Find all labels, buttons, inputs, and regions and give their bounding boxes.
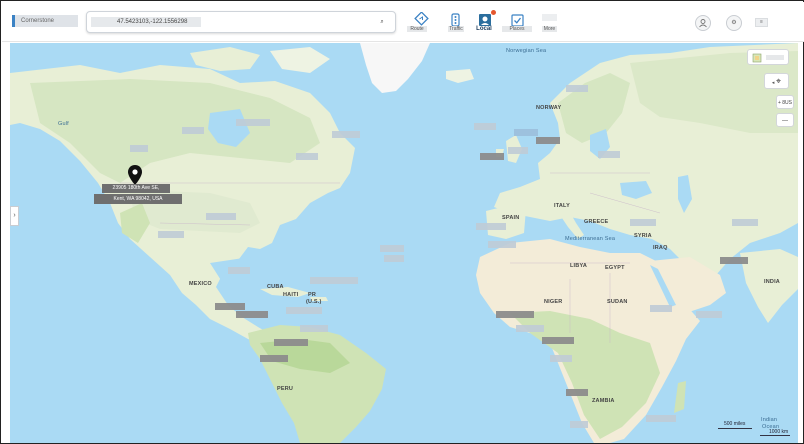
map-canvas[interactable]: Gulf Norwegian Sea NORWAY SPAIN ITALY GR… [10,43,798,443]
scale-bar-miles [718,428,752,429]
label-gulf: Gulf [58,121,69,127]
search-input[interactable]: 47.5423103,-122.1556298 [91,17,201,27]
account-icon[interactable] [695,15,711,31]
label-india: INDIA [764,279,780,285]
place-label [215,303,245,310]
layers-label [766,55,784,60]
place-label [696,311,722,318]
place-label [566,85,588,92]
place-label [720,257,748,264]
pin-title: 23905 180th Ave SE, [102,184,170,193]
place-label [228,267,250,274]
place-label [182,127,204,134]
place-label [536,137,560,144]
label-sudan: SUDAN [607,299,628,305]
place-label [476,223,506,230]
zoom-in-button[interactable]: + 8US [776,95,794,109]
place-label [236,311,268,318]
label-peru: PERU [277,386,294,392]
place-label [236,119,270,126]
location-pin-icon[interactable] [128,165,142,185]
directions-label[interactable]: Route [407,26,427,32]
place-label [508,147,528,154]
scale-miles: 500 miles [724,421,746,427]
top-bar: Cornerstone 47.5423103,-122.1556298 ⌕ Ro… [2,2,804,42]
menu-icon[interactable]: ≡ [755,18,768,27]
place-label [296,153,318,160]
more-icon[interactable] [542,14,557,21]
layers-button[interactable] [747,49,789,65]
place-label [598,151,620,158]
place-label [130,145,148,152]
scale-bar-km [760,435,790,436]
label-syria: SYRIA [634,233,652,239]
more-label[interactable]: More [542,26,557,32]
label-greece: GREECE [584,219,609,225]
place-label [274,339,308,346]
place-label [488,241,516,248]
place-label [646,415,676,422]
place-label [732,219,758,226]
label-mexico: MEXICO [189,281,212,287]
label-egypt: EGYPT [605,265,625,271]
label-italy: ITALY [554,203,570,209]
label-zambia: ZAMBIA [592,398,615,404]
pin-callout[interactable]: 23905 180th Ave SE, Kent, WA 98042, USA [94,184,182,206]
local-label[interactable]: Local [474,26,494,32]
zoom-out-button[interactable]: — [776,113,794,127]
search-icon[interactable]: ⌕ [377,17,387,28]
logo[interactable]: Cornerstone [12,15,78,27]
label-pr: PR [308,292,317,298]
world-map [10,43,798,443]
local-badge [491,10,496,15]
settings-icon[interactable]: ⚙ [726,15,742,31]
label-libya: LIBYA [570,263,587,269]
place-label [630,219,656,226]
place-label [286,307,322,314]
place-label [380,245,404,252]
place-label [260,355,288,362]
place-label [496,311,534,318]
place-label [542,337,574,344]
search-box[interactable]: 47.5423103,-122.1556298 ⌕ [86,11,396,33]
place-label [206,213,236,220]
place-label [570,421,588,428]
app-frame: Cornerstone 47.5423103,-122.1556298 ⌕ Ro… [0,0,804,444]
label-spain: SPAIN [502,215,520,221]
place-label [650,305,672,312]
label-norwegian-sea: Norwegian Sea [506,48,547,54]
label-pr-us: (U.S.) [306,299,322,305]
label-cuba: CUBA [267,284,284,290]
place-label [550,355,572,362]
label-indian: Indian [761,417,778,423]
traffic-label[interactable]: Traffic [448,26,464,32]
label-mediterranean: Mediterranean Sea [565,236,616,242]
locate-arrow-icon: ◂ [771,80,775,86]
locate-button[interactable]: ◂ ⌖ [764,73,789,89]
label-iraq: IRAQ [653,245,668,251]
crosshair-icon: ⌖ [776,76,782,86]
layers-icon [752,53,762,63]
place-label [158,231,184,238]
label-norway: NORWAY [536,105,562,111]
place-label [300,325,328,332]
place-label [474,123,496,130]
place-label [516,325,544,332]
places-label[interactable]: Places [502,26,532,32]
label-haiti: HAITI [283,292,299,298]
place-label [332,131,360,138]
place-label [310,277,358,284]
place-label [566,389,588,396]
place-label [514,129,538,136]
place-label [480,153,504,160]
sidebar-toggle-button[interactable]: › [10,206,19,226]
label-niger: NIGER [544,299,563,305]
place-label [384,255,404,262]
pin-subtitle: Kent, WA 98042, USA [94,194,182,204]
